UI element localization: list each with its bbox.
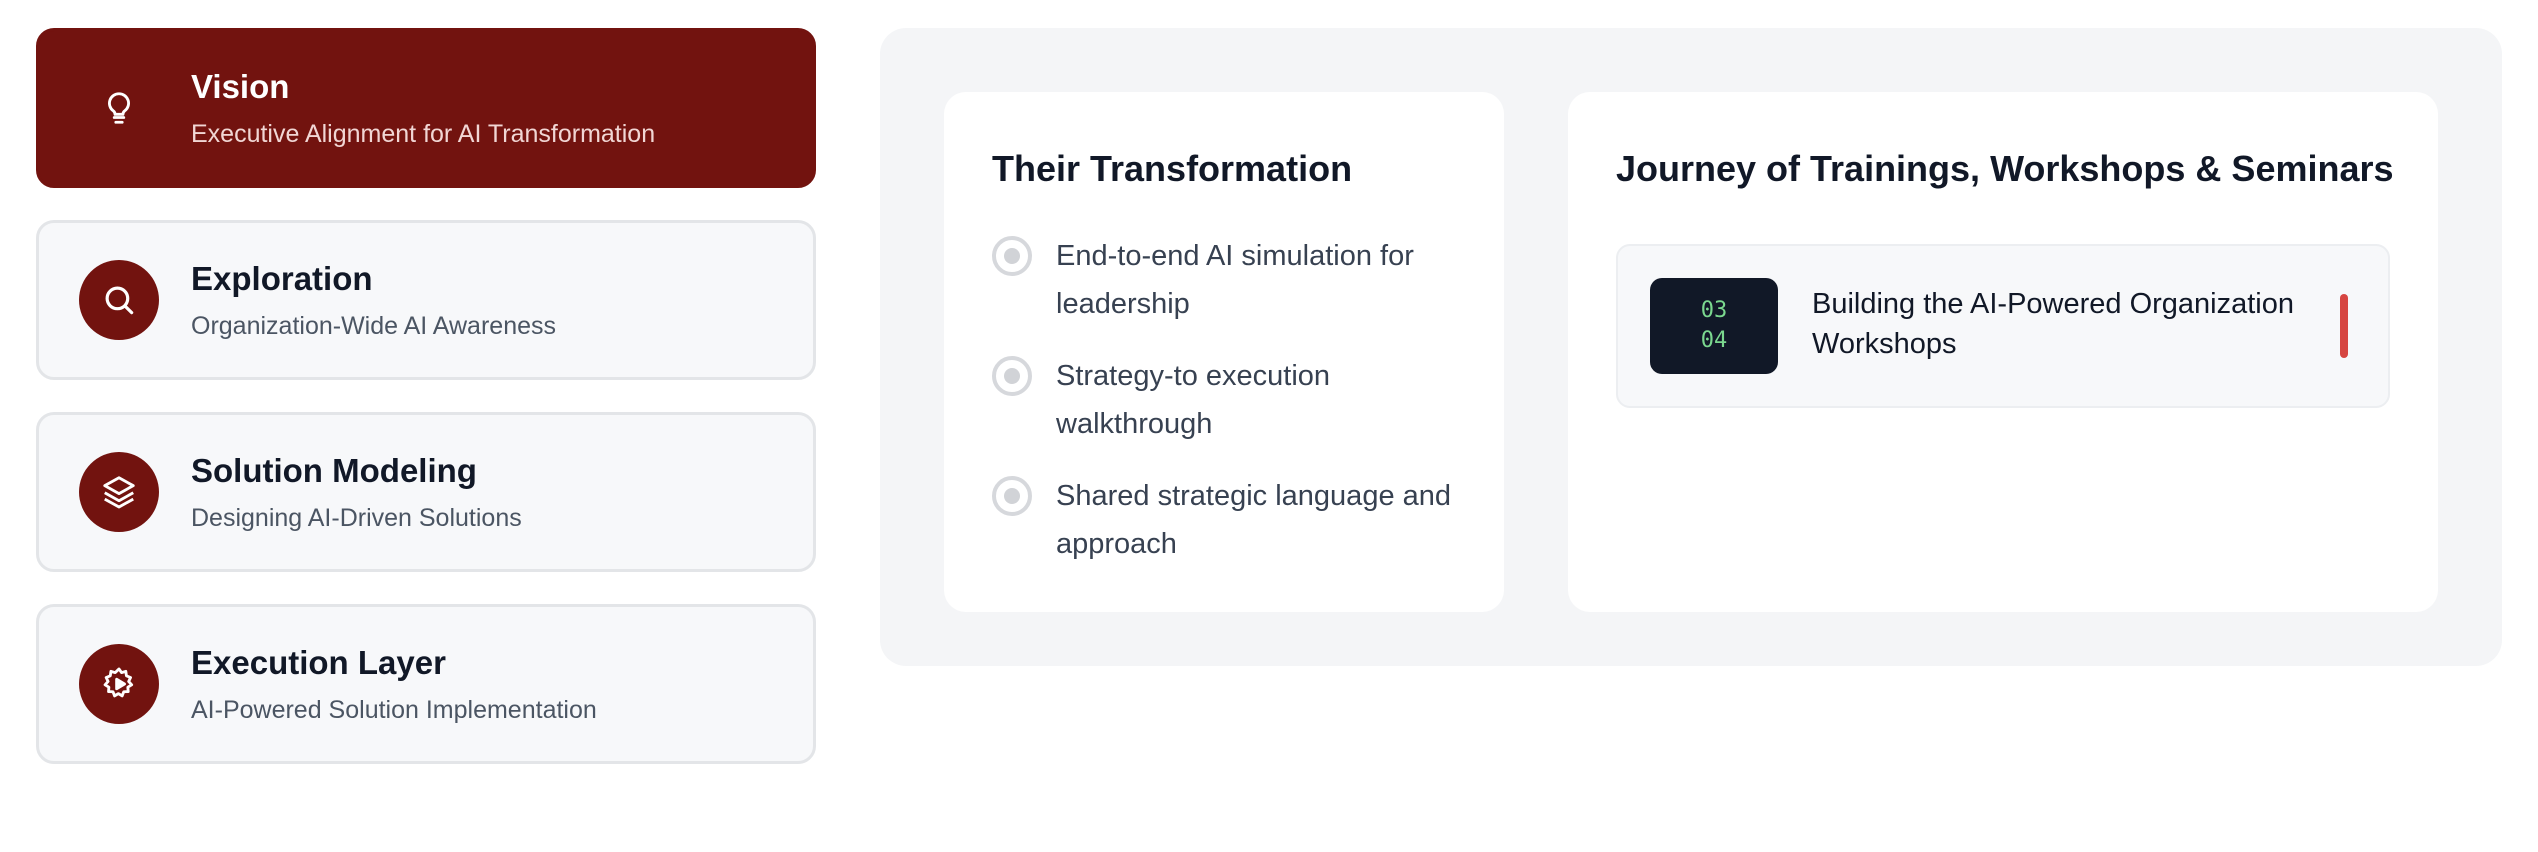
step-title: Execution Layer: [191, 643, 446, 681]
step-title: Exploration: [191, 259, 373, 297]
search-icon: [79, 260, 159, 340]
step-card-vision[interactable]: Vision Executive Alignment for AI Transf…: [36, 28, 816, 188]
transformation-heading: Their Transformation: [992, 148, 1353, 189]
date-code-badge: 03 04: [1650, 278, 1778, 374]
step-text: Execution Layer AI-Powered Solution Impl…: [191, 643, 597, 726]
journey-item-label: Building the AI-Powered Organization Wor…: [1812, 288, 2295, 360]
bullet-circle-icon: [992, 236, 1032, 276]
layers-icon: [79, 452, 159, 532]
step-title: Vision: [191, 67, 290, 105]
step-subtitle: Designing AI-Driven Solutions: [191, 504, 522, 533]
step-text: Solution Modeling Designing AI-Driven So…: [191, 451, 522, 534]
step-text: Vision Executive Alignment for AI Transf…: [191, 67, 655, 150]
step-subtitle: AI-Powered Solution Implementation: [191, 696, 597, 725]
step-card-execution-layer[interactable]: Execution Layer AI-Powered Solution Impl…: [36, 604, 816, 764]
date-code-top: 03: [1700, 298, 1728, 323]
date-code-bottom: 04: [1700, 328, 1728, 353]
journey-card: Journey of Trainings, Workshops & Semina…: [1568, 92, 2438, 612]
step-list: Vision Executive Alignment for AI Transf…: [36, 28, 816, 796]
detail-panel: Their Transformation End-to-end AI simul…: [880, 28, 2502, 666]
list-item: Shared strategic language and approach: [992, 472, 1482, 568]
step-subtitle: Executive Alignment for AI Transformatio…: [191, 120, 656, 149]
lightbulb-icon: [79, 68, 159, 148]
accent-bar: [2340, 294, 2348, 358]
transformation-card: Their Transformation End-to-end AI simul…: [944, 92, 1504, 612]
list-item-text: Strategy-to execution walkthrough: [1056, 360, 1331, 440]
step-title: Solution Modeling: [191, 451, 477, 489]
step-card-exploration[interactable]: Exploration Organization-Wide AI Awarene…: [36, 220, 816, 380]
step-card-solution-modeling[interactable]: Solution Modeling Designing AI-Driven So…: [36, 412, 816, 572]
journey-item[interactable]: 03 04 Building the AI-Powered Organizati…: [1616, 244, 2390, 408]
bullet-circle-icon: [992, 356, 1032, 396]
list-item-text: Shared strategic language and approach: [1056, 480, 1452, 560]
step-subtitle: Organization-Wide AI Awareness: [191, 312, 557, 341]
step-text: Exploration Organization-Wide AI Awarene…: [191, 259, 556, 342]
journey-heading: Journey of Trainings, Workshops & Semina…: [1616, 148, 2394, 189]
list-item: End-to-end AI simulation for leadership: [992, 232, 1482, 328]
list-item-text: End-to-end AI simulation for leadership: [1056, 240, 1414, 320]
list-item: Strategy-to execution walkthrough: [992, 352, 1482, 448]
gear-play-icon: [79, 644, 159, 724]
bullet-circle-icon: [992, 476, 1032, 516]
transformation-list: End-to-end AI simulation for leadership …: [992, 232, 1482, 592]
